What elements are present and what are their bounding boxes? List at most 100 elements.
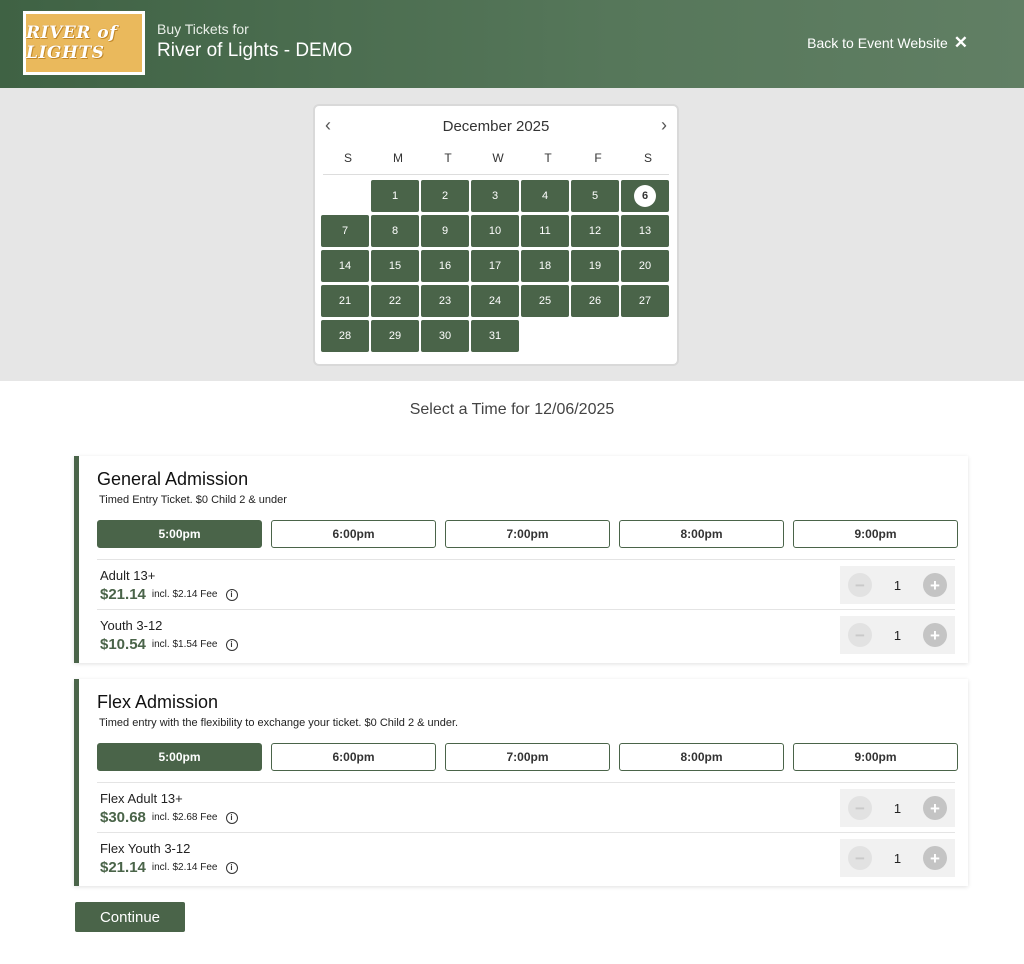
time-slot-row: 5:00pm 6:00pm 7:00pm 8:00pm 9:00pm xyxy=(97,520,958,548)
weekday-label: S xyxy=(643,151,652,165)
info-icon[interactable]: i xyxy=(225,638,238,651)
general-admission-section: General Admission Timed Entry Ticket. $0… xyxy=(74,456,968,663)
calendar-day[interactable]: 31 xyxy=(471,320,519,352)
quantity-stepper: − 1 + xyxy=(840,789,955,827)
continue-button[interactable]: Continue xyxy=(75,902,185,932)
calendar-divider xyxy=(323,174,669,175)
quantity-value: 1 xyxy=(893,577,902,593)
calendar-day[interactable]: 10 xyxy=(471,215,519,247)
calendar-day[interactable]: 23 xyxy=(421,285,469,317)
minus-icon[interactable]: − xyxy=(848,796,872,820)
calendar-day[interactable]: 3 xyxy=(471,180,519,212)
calendar-day[interactable]: 28 xyxy=(321,320,369,352)
time-slot-button[interactable]: 9:00pm xyxy=(793,743,958,771)
calendar-day-grid: 1 2 3 4 5 6 7 8 9 10 11 12 13 14 15 16 17 18 19 20 21 22 23 24 2… xyxy=(321,180,673,352)
section-title: Flex Admission xyxy=(97,692,219,712)
minus-icon[interactable]: − xyxy=(848,623,872,647)
calendar-day[interactable]: 8 xyxy=(371,215,419,247)
minus-icon[interactable]: − xyxy=(848,846,872,870)
weekday-header: SMTWTFS xyxy=(323,151,673,165)
weekday-label: F xyxy=(594,151,602,165)
calendar-day[interactable]: 25 xyxy=(521,285,569,317)
close-icon: ✕ xyxy=(953,33,968,52)
quantity-value: 1 xyxy=(893,850,902,866)
event-title: River of Lights - DEMO xyxy=(157,40,353,61)
calendar-day[interactable]: 7 xyxy=(321,215,369,247)
calendar-day[interactable]: 24 xyxy=(471,285,519,317)
calendar-day[interactable]: 22 xyxy=(371,285,419,317)
calendar-day[interactable]: 20 xyxy=(621,250,669,282)
header-bar: RIVER of LIGHTS Buy Tickets for River of… xyxy=(0,0,1024,88)
header-subtitle: Buy Tickets for xyxy=(157,21,249,37)
calendar-day[interactable]: 13 xyxy=(621,215,669,247)
select-time-heading: Select a Time for 12/06/2025 xyxy=(409,401,615,418)
time-slot-button[interactable]: 7:00pm xyxy=(445,520,610,548)
calendar-day[interactable]: 18 xyxy=(521,250,569,282)
minus-icon[interactable]: − xyxy=(848,573,872,597)
quantity-stepper: − 1 + xyxy=(840,566,955,604)
weekday-label: S xyxy=(343,151,352,165)
info-icon[interactable]: i xyxy=(225,861,238,874)
calendar-day[interactable]: 1 xyxy=(371,180,419,212)
ticket-price: $10.54 xyxy=(100,636,146,653)
quantity-value: 1 xyxy=(893,800,902,816)
section-description: Timed Entry Ticket. $0 Child 2 & under xyxy=(99,494,287,506)
chevron-right-icon[interactable]: › xyxy=(661,116,667,134)
weekday-label: M xyxy=(393,151,403,165)
ticket-name: Youth 3-12 xyxy=(100,618,163,633)
calendar-day[interactable]: 30 xyxy=(421,320,469,352)
quantity-stepper: − 1 + xyxy=(840,616,955,654)
plus-icon[interactable]: + xyxy=(922,573,947,597)
time-slot-button[interactable]: 6:00pm xyxy=(271,520,436,548)
calendar-day[interactable]: 9 xyxy=(421,215,469,247)
calendar-day[interactable]: 15 xyxy=(371,250,419,282)
selected-day-label: 6 xyxy=(634,185,656,207)
back-to-event-link[interactable]: Back to Event Website ✕ xyxy=(807,34,968,51)
ticket-price: $30.68 xyxy=(100,809,146,826)
plus-icon[interactable]: + xyxy=(922,623,947,647)
time-slot-button[interactable]: 9:00pm xyxy=(793,520,958,548)
section-title: General Admission xyxy=(97,469,249,489)
plus-icon[interactable]: + xyxy=(922,796,947,820)
calendar-blank-cell xyxy=(321,180,369,212)
time-slot-button[interactable]: 5:00pm xyxy=(97,520,262,548)
section-description: Timed entry with the flexibility to exch… xyxy=(99,717,459,729)
weekday-label: T xyxy=(444,151,452,165)
ticket-price: $21.14 xyxy=(100,859,146,876)
quantity-value: 1 xyxy=(893,627,902,643)
calendar-day[interactable]: 11 xyxy=(521,215,569,247)
ticket-row: Flex Adult 13+ $30.68 incl. $2.68 Fee i … xyxy=(97,782,955,832)
calendar-day[interactable]: 2 xyxy=(421,180,469,212)
calendar-day[interactable]: 16 xyxy=(421,250,469,282)
quantity-stepper: − 1 + xyxy=(840,839,955,877)
plus-icon[interactable]: + xyxy=(922,846,947,870)
time-slot-button[interactable]: 8:00pm xyxy=(619,520,784,548)
logo-wordmark: RIVER of LIGHTS xyxy=(26,23,117,63)
time-slot-button[interactable]: 7:00pm xyxy=(445,743,610,771)
time-slot-button[interactable]: 6:00pm xyxy=(271,743,436,771)
ticket-fee: incl. $2.14 Fee xyxy=(151,862,218,873)
calendar-day[interactable]: 4 xyxy=(521,180,569,212)
calendar-day[interactable]: 14 xyxy=(321,250,369,282)
calendar-day[interactable]: 29 xyxy=(371,320,419,352)
ticket-price: $21.14 xyxy=(100,586,146,603)
calendar-day[interactable]: 27 xyxy=(621,285,669,317)
calendar-day[interactable]: 17 xyxy=(471,250,519,282)
info-icon[interactable]: i xyxy=(225,811,238,824)
calendar-day[interactable]: 19 xyxy=(571,250,619,282)
flex-admission-section: Flex Admission Timed entry with the flex… xyxy=(74,679,968,886)
ticket-row: Youth 3-12 $10.54 incl. $1.54 Fee i − 1 … xyxy=(97,609,955,659)
time-slot-button[interactable]: 5:00pm xyxy=(97,743,262,771)
back-link-label: Back to Event Website xyxy=(807,34,948,51)
calendar-day[interactable]: 12 xyxy=(571,215,619,247)
calendar-day[interactable]: 26 xyxy=(571,285,619,317)
info-icon[interactable]: i xyxy=(225,588,238,601)
ticket-row: Flex Youth 3-12 $21.14 incl. $2.14 Fee i… xyxy=(97,832,955,882)
calendar-day[interactable]: 21 xyxy=(321,285,369,317)
time-slot-row: 5:00pm 6:00pm 7:00pm 8:00pm 9:00pm xyxy=(97,743,958,771)
calendar-day-selected[interactable]: 6 xyxy=(621,180,669,212)
calendar-day[interactable]: 5 xyxy=(571,180,619,212)
event-logo[interactable]: RIVER of LIGHTS xyxy=(23,11,145,75)
calendar-month-label: December 2025 xyxy=(442,118,550,135)
time-slot-button[interactable]: 8:00pm xyxy=(619,743,784,771)
